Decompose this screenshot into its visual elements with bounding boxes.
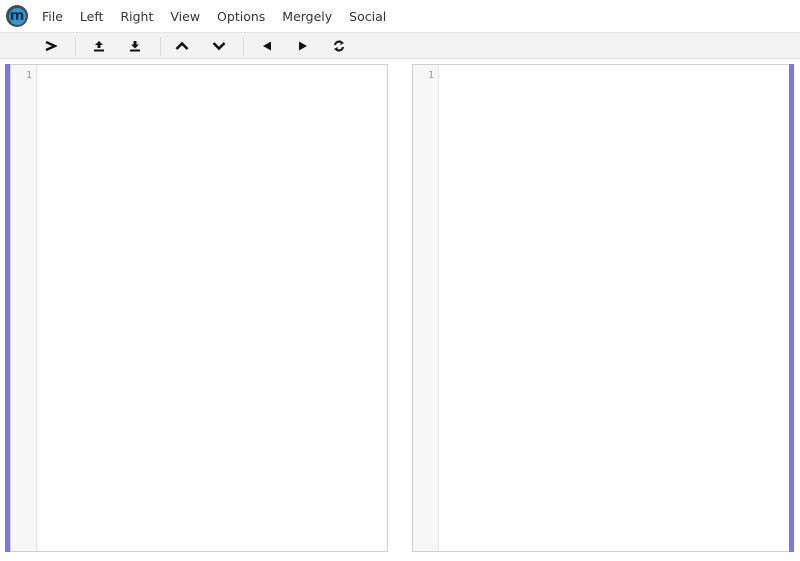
mergely-logo[interactable]: m xyxy=(6,5,28,27)
menu-left[interactable]: Left xyxy=(80,9,104,24)
right-margin-marker[interactable] xyxy=(789,64,794,552)
menu-bar: m File Left Right View Options Mergely S… xyxy=(0,0,800,32)
toolbar-separator xyxy=(75,37,76,56)
menu-right[interactable]: Right xyxy=(120,9,153,24)
line-number: 1 xyxy=(25,70,32,81)
menu-social[interactable]: Social xyxy=(349,9,386,24)
menu-items: File Left Right View Options Mergely Soc… xyxy=(42,0,403,32)
menu-file[interactable]: File xyxy=(42,9,63,24)
merge-left-icon[interactable] xyxy=(257,37,277,55)
toolbar-separator xyxy=(243,37,244,56)
right-editor-text-area[interactable] xyxy=(440,65,789,551)
line-number: 1 xyxy=(427,70,434,81)
menu-options[interactable]: Options xyxy=(217,9,265,24)
menu-mergely[interactable]: Mergely xyxy=(282,9,332,24)
next-change-icon[interactable] xyxy=(209,37,229,55)
logo-letter: m xyxy=(8,7,26,25)
diff-icon[interactable] xyxy=(41,37,61,55)
right-gutter: 1 xyxy=(413,65,439,551)
swap-icon[interactable] xyxy=(329,37,349,55)
menu-view[interactable]: View xyxy=(170,9,200,24)
toolbar xyxy=(0,32,800,59)
left-gutter: 1 xyxy=(11,65,37,551)
toolbar-separator xyxy=(160,37,161,56)
left-editor-text-area[interactable] xyxy=(38,65,387,551)
previous-change-icon[interactable] xyxy=(172,37,192,55)
download-icon[interactable] xyxy=(125,37,145,55)
right-editor[interactable]: 1 xyxy=(412,64,790,552)
merge-right-icon[interactable] xyxy=(293,37,313,55)
left-editor[interactable]: 1 xyxy=(10,64,388,552)
upload-icon[interactable] xyxy=(89,37,109,55)
